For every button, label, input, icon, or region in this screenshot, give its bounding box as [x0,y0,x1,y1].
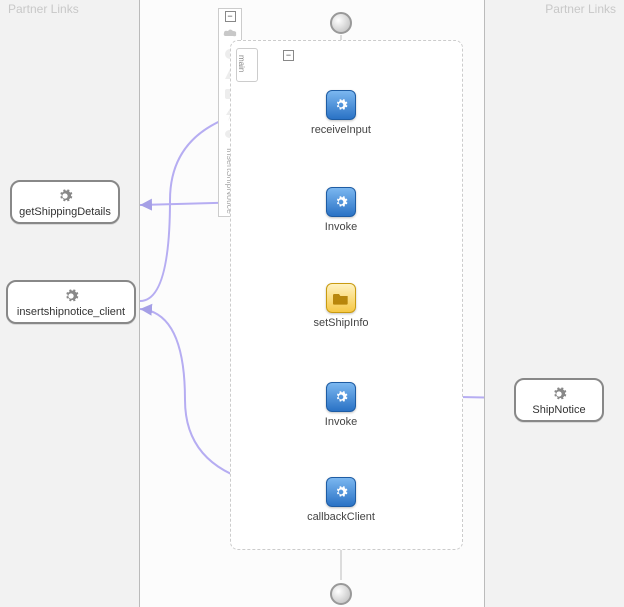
bpel-diagram-canvas: Partner Links Partner Links − InsertShip… [0,0,624,607]
partner-getShippingDetails[interactable]: getShippingDetails [10,180,120,224]
partner-label: ShipNotice [532,404,585,416]
activity-label-invoke-1: Invoke [281,221,401,233]
activity-invoke-1[interactable] [326,187,356,217]
gear-icon [334,195,348,209]
pane-title-left: Partner Links [0,0,139,18]
activity-label-callbackClient: callbackClient [281,511,401,523]
partner-insertshipnotice-client[interactable]: insertshipnotice_client [6,280,136,324]
activity-label-setShipInfo: setShipInfo [281,317,401,329]
scope-tab-main[interactable]: main [236,48,258,82]
partner-shipNotice[interactable]: ShipNotice [514,378,604,422]
end-node[interactable] [330,583,352,605]
assign-icon [333,291,349,305]
activity-label-invoke-2: Invoke [281,416,401,428]
partner-links-right-pane: Partner Links [484,0,624,607]
pane-title-right: Partner Links [485,0,624,18]
activity-receiveInput[interactable] [326,90,356,120]
activity-callbackClient[interactable] [326,477,356,507]
activity-invoke-2[interactable] [326,382,356,412]
palette-collapse-button[interactable]: − [225,11,236,22]
partner-label: getShippingDetails [19,206,111,218]
gear-icon [57,188,73,204]
gear-icon [334,485,348,499]
gear-icon [334,390,348,404]
main-scope-collapse-button[interactable]: − [283,50,294,61]
activity-label-receiveInput: receiveInput [281,124,401,136]
gear-icon [63,288,79,304]
gear-icon [334,98,348,112]
partner-label: insertshipnotice_client [17,306,125,318]
start-node[interactable] [330,12,352,34]
gear-icon [551,386,567,402]
activity-setShipInfo[interactable] [326,283,356,313]
